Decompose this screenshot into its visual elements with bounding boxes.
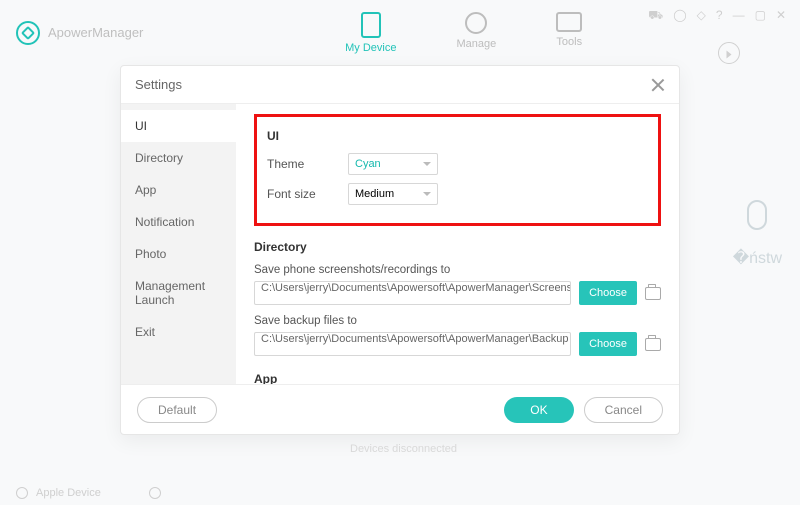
cancel-button[interactable]: Cancel [584, 397, 663, 423]
screenshots-path-label: Save phone screenshots/recordings to [254, 264, 661, 276]
backup-path-label: Save backup files to [254, 315, 661, 327]
modal-footer: Default OK Cancel [121, 384, 679, 434]
section-heading-directory: Directory [254, 240, 661, 254]
backup-path-input[interactable]: C:\Users\jerry\Documents\Apowersoft\Apow… [254, 332, 571, 356]
default-button[interactable]: Default [137, 397, 217, 423]
open-folder-icon[interactable] [645, 338, 661, 351]
choose-backup-button[interactable]: Choose [579, 332, 637, 356]
app-logo-icon [16, 21, 40, 45]
close-icon[interactable] [651, 78, 665, 92]
chevron-down-icon [423, 162, 431, 166]
device-name: Apple Device [36, 487, 101, 499]
modal-title: Settings [135, 77, 182, 92]
phone-icon [361, 12, 381, 38]
tab-my-device[interactable]: My Device [345, 12, 396, 54]
cart-icon[interactable]: ⛟ [648, 8, 663, 24]
tab-label: My Device [345, 42, 396, 54]
settings-content[interactable]: UI Theme Cyan Font size Medium Direc [236, 104, 679, 384]
toolbox-icon [556, 12, 582, 32]
sidebar-item-notification[interactable]: Notification [121, 206, 236, 238]
wifi-icon[interactable]: �ństw [733, 248, 782, 268]
sidebar-item-directory[interactable]: Directory [121, 142, 236, 174]
tab-label: Tools [556, 36, 582, 48]
choose-screenshots-button[interactable]: Choose [579, 281, 637, 305]
theme-select[interactable]: Cyan [348, 153, 438, 175]
status-bar: Apple Device [16, 487, 161, 499]
sidebar-item-ui[interactable]: UI [121, 110, 236, 142]
tab-label: Manage [456, 38, 496, 50]
theme-label: Theme [267, 157, 332, 171]
sidebar-item-photo[interactable]: Photo [121, 238, 236, 270]
font-size-value: Medium [355, 188, 394, 200]
ok-button[interactable]: OK [504, 397, 573, 423]
tab-tools[interactable]: Tools [556, 12, 582, 54]
background-text: Devices disconnected [350, 443, 457, 455]
app-title: ApowerManager [48, 25, 143, 40]
help-icon[interactable]: ? [716, 8, 723, 24]
status-dot-icon [16, 487, 28, 499]
modal-header: Settings [121, 66, 679, 104]
settings-modal: Settings UI Directory App Notification P… [120, 65, 680, 435]
chevron-down-icon [423, 192, 431, 196]
sidebar-item-app[interactable]: App [121, 174, 236, 206]
add-device-icon[interactable] [149, 487, 161, 499]
font-size-select[interactable]: Medium [348, 183, 438, 205]
record-button[interactable] [718, 42, 740, 64]
close-icon[interactable]: ✕ [776, 8, 786, 24]
user-icon[interactable]: ◯ [673, 8, 686, 24]
gear-icon [465, 12, 487, 34]
maximize-icon[interactable]: ▢ [755, 8, 766, 24]
open-folder-icon[interactable] [645, 287, 661, 300]
section-heading-app: App [254, 372, 661, 384]
bell-icon[interactable]: ◇ [697, 8, 706, 24]
minimize-icon[interactable]: — [733, 8, 745, 24]
tab-manage[interactable]: Manage [456, 12, 496, 54]
font-size-label: Font size [267, 187, 332, 201]
device-rail: �ństw [733, 200, 782, 268]
mouse-icon[interactable] [747, 200, 767, 230]
section-heading-ui: UI [267, 129, 648, 143]
sidebar-item-management-launch[interactable]: Management Launch [121, 270, 236, 316]
settings-sidebar: UI Directory App Notification Photo Mana… [121, 104, 236, 384]
titlebar-icons: ⛟ ◯ ◇ ? — ▢ ✕ [648, 8, 786, 24]
screenshots-path-input[interactable]: C:\Users\jerry\Documents\Apowersoft\Apow… [254, 281, 571, 305]
highlight-box: UI Theme Cyan Font size Medium [254, 114, 661, 226]
sidebar-item-exit[interactable]: Exit [121, 316, 236, 348]
theme-value: Cyan [355, 158, 381, 170]
